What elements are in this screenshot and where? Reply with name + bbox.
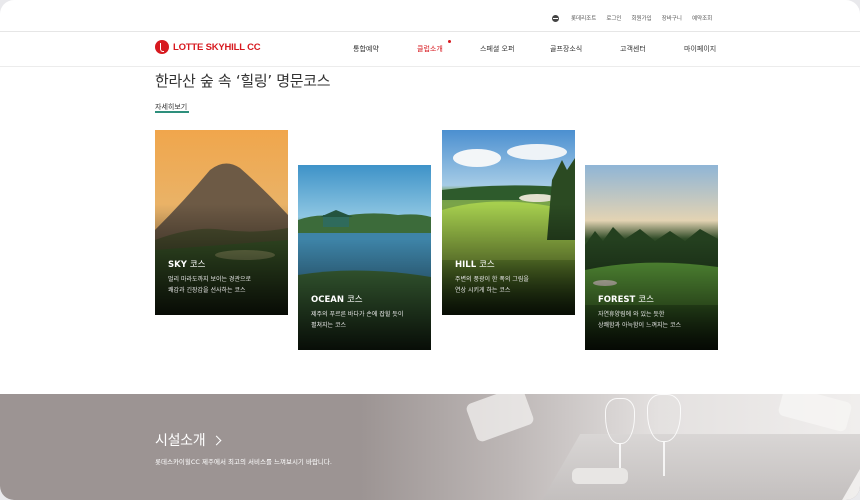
course-desc: 멀리 마라도까지 보이는 경관으로 쾌감과 긴장감을 선사하는 코스 — [168, 274, 251, 296]
util-link-login[interactable]: 로그인 — [606, 14, 621, 22]
nav-item-club-intro[interactable]: 클럽소개 — [417, 44, 443, 54]
section-headline: 한라산 숲 속 ‘힐링’ 명문코스 — [155, 72, 331, 90]
course-desc-line: 자연휴양림에 와 있는 듯한 — [598, 311, 665, 318]
nav-item-my-page[interactable]: 마이페이지 — [684, 44, 716, 54]
facility-title-text: 시설소개 — [155, 433, 206, 449]
course-title-kr: 코스 — [189, 260, 206, 270]
course-desc: 주변의 풍광이 한 폭의 그림을 연상 시키게 하는 코스 — [455, 274, 529, 296]
facility-banner[interactable] — [0, 394, 860, 500]
wine-glass-stem — [663, 442, 665, 476]
course-desc-line: 주변의 풍광이 한 폭의 그림을 — [455, 276, 529, 283]
divider — [0, 31, 860, 32]
course-desc-line: 제주의 푸르른 바다가 손에 잡힐 듯이 — [311, 311, 404, 318]
course-title: HILL 코스 — [455, 258, 495, 270]
nav-item-booking[interactable]: 통합예약 — [353, 44, 379, 54]
active-dot — [448, 40, 451, 43]
course-title-kr: 코스 — [638, 295, 654, 305]
course-desc-line: 펼쳐지는 코스 — [311, 322, 347, 329]
facility-title[interactable]: 시설소개 — [155, 430, 222, 450]
util-link-signup[interactable]: 회원가입 — [632, 14, 652, 22]
main-nav: 통합예약 클럽소개 스페셜 오퍼 골프장소식 고객센터 마이페이지 — [0, 40, 860, 56]
course-card-forest[interactable]: FOREST 코스 자연휴양림에 와 있는 듯한 상쾌함과 아늑함이 느껴지는 … — [585, 165, 718, 350]
globe-icon — [552, 14, 559, 22]
nav-item-golf-news[interactable]: 골프장소식 — [550, 44, 582, 54]
course-desc-line: 멀리 마라도까지 보이는 경관으로 — [168, 276, 252, 283]
util-link-cart[interactable]: 장바구니 — [662, 14, 682, 22]
util-link-resort[interactable]: 롯데리조트 — [571, 14, 596, 22]
divider — [0, 66, 860, 67]
course-desc-line: 상쾌함과 아늑함이 느껴지는 코스 — [598, 322, 682, 329]
course-card-hill[interactable]: HILL 코스 주변의 풍광이 한 폭의 그림을 연상 시키게 하는 코스 — [442, 130, 575, 315]
course-title: FOREST 코스 — [598, 293, 654, 305]
table-image — [539, 434, 860, 500]
course-card-ocean[interactable]: OCEAN 코스 제주의 푸르른 바다가 손에 잡힐 듯이 펼쳐지는 코스 — [298, 165, 431, 350]
nav-item-special-offer[interactable]: 스페셜 오퍼 — [480, 44, 514, 54]
course-title: SKY 코스 — [168, 258, 205, 270]
course-title-kr: 코스 — [479, 260, 495, 270]
course-title-en: SKY — [168, 260, 187, 270]
course-title-en: FOREST — [598, 295, 636, 305]
facility-desc: 롯데스카이힐CC 제주에서 최고의 서비스를 느껴보시기 바랍니다. — [155, 458, 332, 466]
course-card-sky[interactable]: SKY 코스 멀리 마라도까지 보이는 경관으로 쾌감과 긴장감을 선사하는 코… — [155, 130, 288, 315]
util-link-reservation-check[interactable]: 예약조회 — [692, 14, 712, 22]
table-object — [572, 468, 628, 484]
utility-nav: 롯데리조트 로그인 회원가입 장바구니 예약조회 — [552, 14, 712, 22]
nav-item-customer-center[interactable]: 고객센터 — [620, 44, 646, 54]
course-title: OCEAN 코스 — [311, 293, 363, 305]
course-desc-line: 연상 시키게 하는 코스 — [455, 287, 511, 294]
course-desc: 자연휴양림에 와 있는 듯한 상쾌함과 아늑함이 느껴지는 코스 — [598, 309, 681, 331]
chevron-right-icon — [211, 435, 222, 446]
course-desc-line: 쾌감과 긴장감을 선사하는 코스 — [168, 287, 246, 294]
page-frame: 롯데리조트 로그인 회원가입 장바구니 예약조회 LOTTE SKYHILL C… — [0, 0, 860, 500]
course-title-en: OCEAN — [311, 295, 344, 305]
course-title-kr: 코스 — [346, 295, 363, 305]
course-title-en: HILL — [455, 260, 477, 270]
more-link-underline — [155, 111, 189, 113]
course-desc: 제주의 푸르른 바다가 손에 잡힐 듯이 펼쳐지는 코스 — [311, 309, 403, 331]
